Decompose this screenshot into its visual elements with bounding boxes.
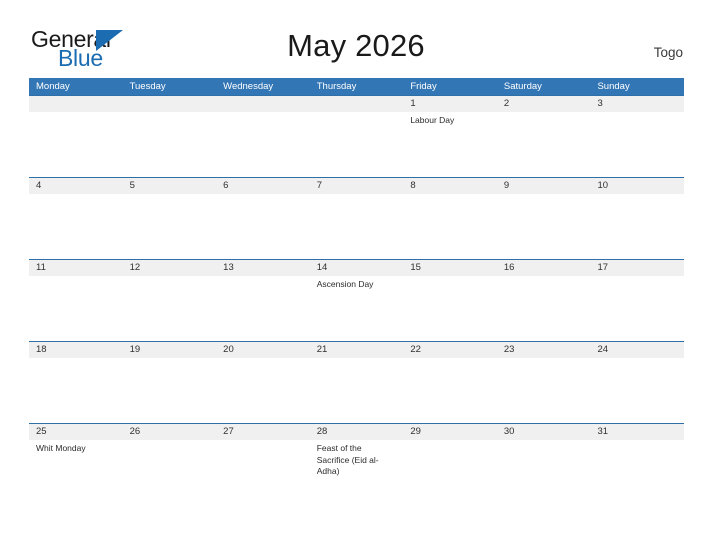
date-number[interactable]: 5 (123, 178, 217, 194)
day-event (123, 358, 217, 423)
date-number[interactable]: 13 (216, 260, 310, 276)
date-number[interactable]: 27 (216, 424, 310, 440)
date-number[interactable]: 2 (497, 96, 591, 112)
date-number[interactable]: 15 (403, 260, 497, 276)
event-row: Labour Day (29, 112, 684, 177)
weekday-header-tuesday: Tuesday (129, 81, 166, 92)
day-event (123, 112, 217, 177)
date-number[interactable]: 6 (216, 178, 310, 194)
country-label: Togo (653, 45, 683, 60)
day-event (590, 276, 684, 341)
date-number[interactable]: 9 (497, 178, 591, 194)
date-number[interactable]: 30 (497, 424, 591, 440)
date-number-row: 11 12 13 14 15 16 17 (29, 259, 684, 276)
day-event (29, 112, 123, 177)
calendar-week-row: 11 12 13 14 15 16 17 Ascension Day (29, 259, 684, 341)
day-event (403, 194, 497, 259)
calendar-page: General Blue May 2026 Togo Monday Tuesda… (0, 0, 712, 550)
date-number[interactable]: 29 (403, 424, 497, 440)
day-event (123, 194, 217, 259)
page-header: General Blue May 2026 Togo (0, 0, 712, 70)
weekday-header-monday: Monday (36, 81, 70, 92)
date-number[interactable]: 17 (590, 260, 684, 276)
day-event (403, 440, 497, 505)
date-number[interactable]: 10 (590, 178, 684, 194)
date-number[interactable]: 16 (497, 260, 591, 276)
date-number-row: 4 5 6 7 8 9 10 (29, 177, 684, 194)
date-number[interactable]: 7 (310, 178, 404, 194)
day-event (497, 358, 591, 423)
date-number[interactable]: 14 (310, 260, 404, 276)
day-event (310, 358, 404, 423)
day-event (216, 276, 310, 341)
event-row (29, 194, 684, 259)
day-event (123, 276, 217, 341)
date-number[interactable]: 1 (403, 96, 497, 112)
day-event (590, 194, 684, 259)
date-number[interactable] (310, 96, 404, 112)
date-number[interactable] (123, 96, 217, 112)
weekday-header-sunday: Sunday (597, 81, 630, 92)
date-number-row: 18 19 20 21 22 23 24 (29, 341, 684, 358)
date-number[interactable]: 21 (310, 342, 404, 358)
day-event (497, 112, 591, 177)
day-event (590, 440, 684, 505)
day-event (29, 358, 123, 423)
date-number[interactable]: 18 (29, 342, 123, 358)
event-row (29, 358, 684, 423)
day-event (497, 440, 591, 505)
day-event (29, 194, 123, 259)
weekday-header-thursday: Thursday (316, 81, 357, 92)
day-event: Whit Monday (36, 443, 86, 453)
date-number-row: 1 2 3 (29, 95, 684, 112)
date-number[interactable]: 3 (590, 96, 684, 112)
date-number[interactable] (216, 96, 310, 112)
day-event (310, 112, 404, 177)
date-number[interactable]: 11 (29, 260, 123, 276)
day-event (29, 276, 123, 341)
day-event (590, 112, 684, 177)
weekday-header-saturday: Saturday (503, 81, 542, 92)
date-number-row: 25 26 27 28 29 30 31 (29, 423, 684, 440)
date-number[interactable]: 19 (123, 342, 217, 358)
day-event: Feast of the Sacrifice (Eid al-Adha) (316, 443, 379, 476)
weekday-header-row: Monday Tuesday Wednesday Thursday Friday… (29, 78, 684, 95)
day-event: Ascension Day (316, 279, 374, 289)
date-number[interactable]: 22 (403, 342, 497, 358)
day-event (216, 358, 310, 423)
date-number[interactable] (29, 96, 123, 112)
date-number[interactable]: 26 (123, 424, 217, 440)
day-event (216, 440, 310, 505)
date-number[interactable]: 20 (216, 342, 310, 358)
page-title: May 2026 (287, 28, 425, 63)
calendar-week-row: 4 5 6 7 8 9 10 (29, 177, 684, 259)
date-number[interactable]: 23 (497, 342, 591, 358)
calendar-week-row: 1 2 3 Labour Day (29, 95, 684, 177)
date-number[interactable]: 12 (123, 260, 217, 276)
day-event (216, 112, 310, 177)
day-event (403, 276, 497, 341)
date-number[interactable]: 31 (590, 424, 684, 440)
day-event: Labour Day (410, 115, 455, 125)
event-row: Whit Monday Feast of the Sacrifice (Eid … (29, 440, 684, 505)
date-number[interactable]: 8 (403, 178, 497, 194)
day-event (497, 194, 591, 259)
calendar-grid: Monday Tuesday Wednesday Thursday Friday… (29, 78, 684, 505)
day-event (497, 276, 591, 341)
day-event (403, 358, 497, 423)
day-event (310, 194, 404, 259)
date-number[interactable]: 24 (590, 342, 684, 358)
weekday-header-wednesday: Wednesday (223, 81, 274, 92)
weekday-header-friday: Friday (410, 81, 437, 92)
date-number[interactable]: 28 (310, 424, 404, 440)
calendar-week-row: 25 26 27 28 29 30 31 Whit Monday Feast o… (29, 423, 684, 505)
day-event (590, 358, 684, 423)
date-number[interactable]: 4 (29, 178, 123, 194)
event-row: Ascension Day (29, 276, 684, 341)
calendar-week-row: 18 19 20 21 22 23 24 (29, 341, 684, 423)
day-event (123, 440, 217, 505)
day-event (216, 194, 310, 259)
date-number[interactable]: 25 (29, 424, 123, 440)
